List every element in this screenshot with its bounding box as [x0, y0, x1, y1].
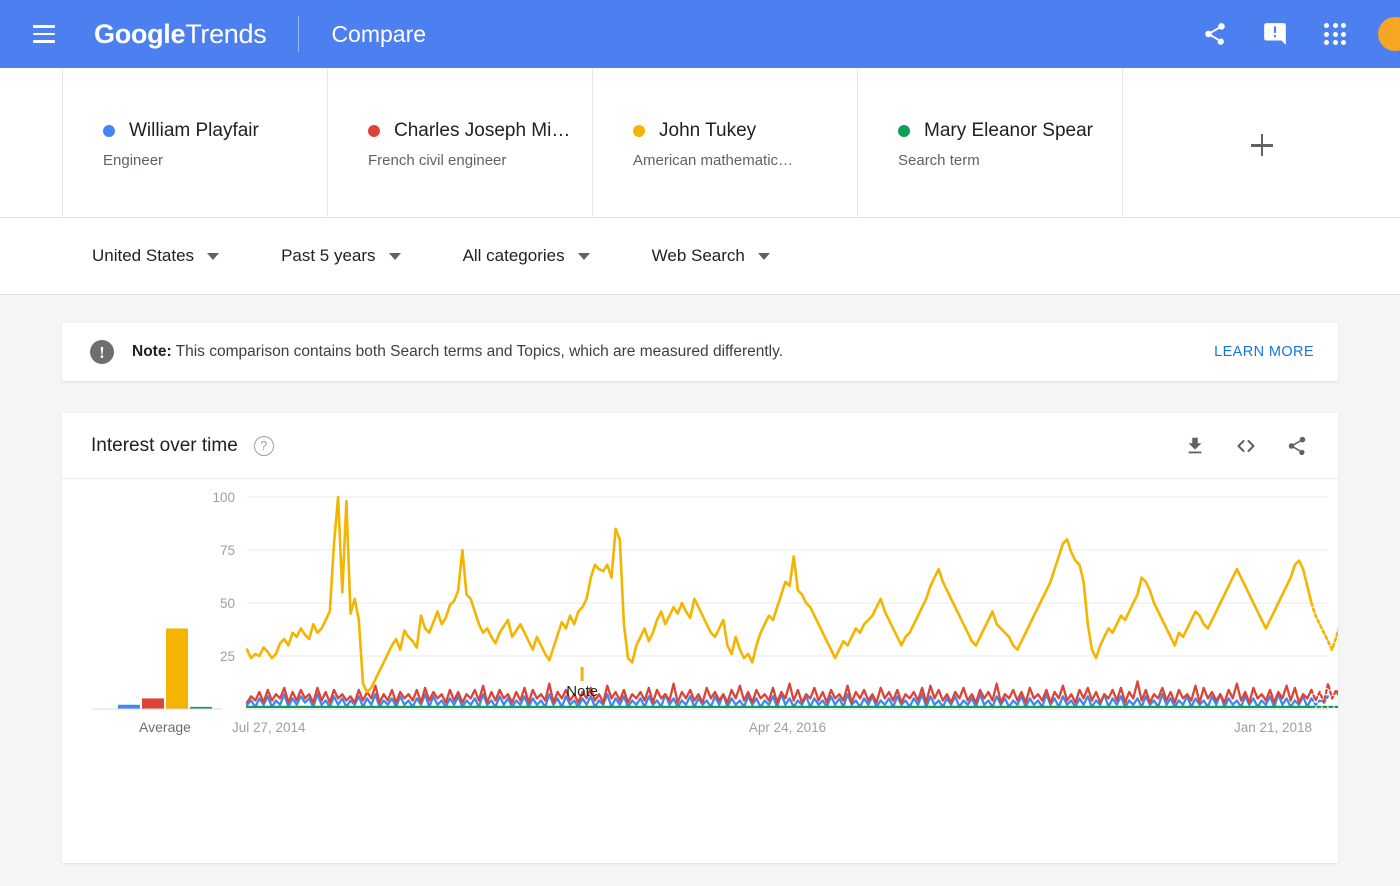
compare-card-2-subtitle: French civil engineer — [368, 152, 507, 169]
compare-card-3-name: John Tukey — [659, 120, 757, 141]
share-icon[interactable] — [1286, 435, 1308, 457]
x-axis-tick-label: Jan 21, 2018 — [1234, 720, 1312, 735]
compare-card-3[interactable]: John Tukey American mathematic… — [593, 68, 858, 217]
compare-cards-row: William Playfair Engineer Charles Joseph… — [0, 68, 1400, 218]
compare-card-2-name: Charles Joseph Mi… — [394, 120, 571, 141]
note-banner: ! Note: This comparison contains both Se… — [62, 323, 1338, 381]
help-circle-icon[interactable]: ? — [253, 435, 274, 456]
series-line-partial-2 — [1310, 682, 1338, 704]
compare-card-4-name: Mary Eleanor Spear — [924, 120, 1093, 141]
add-icon[interactable] — [1250, 134, 1273, 156]
series-color-dot-2 — [368, 125, 380, 137]
main-content: ! Note: This comparison contains both Se… — [0, 323, 1400, 863]
exclamation-icon: ! — [90, 340, 114, 364]
compare-card-1-title: William Playfair — [103, 120, 327, 142]
note-annotation-label[interactable]: Note — [566, 683, 598, 700]
app-header: GoogleTrends Compare — [0, 0, 1400, 68]
embed-code-icon[interactable] — [1234, 434, 1258, 458]
filter-time-range-label: Past 5 years — [281, 246, 376, 265]
learn-more-link[interactable]: LEARN MORE — [1214, 344, 1314, 360]
x-axis-tick-label: Jul 27, 2014 — [232, 720, 306, 735]
compare-card-2[interactable]: Charles Joseph Mi… French civil engineer — [328, 68, 593, 217]
logo-google-text: Google — [94, 18, 186, 49]
y-axis-tick-label: 100 — [212, 490, 235, 505]
apps-grid-icon[interactable] — [1318, 17, 1352, 51]
share-icon[interactable] — [1198, 17, 1232, 51]
interest-over-time-svg[interactable]: 25 50 75 100 Jul 27, 2014 Apr 24, 2016 Jan 21,… — [62, 479, 1338, 862]
filter-time-range[interactable]: Past 5 years — [281, 246, 401, 266]
series-color-dot-1 — [103, 125, 115, 137]
filter-category[interactable]: All categories — [463, 246, 590, 266]
note-body: This comparison contains both Search ter… — [171, 343, 784, 360]
compare-card-1-subtitle: Engineer — [103, 152, 164, 169]
average-bar-3 — [166, 628, 188, 709]
compare-card-4[interactable]: Mary Eleanor Spear Search term — [858, 68, 1123, 217]
filter-bar: United States Past 5 years All categorie… — [0, 218, 1400, 295]
average-bar-1 — [118, 704, 140, 709]
filter-search-type-label: Web Search — [651, 246, 745, 265]
note-prefix: Note: — [132, 343, 172, 360]
header-divider — [298, 16, 300, 52]
download-icon[interactable] — [1184, 435, 1206, 457]
x-axis-tick-label: Apr 24, 2016 — [749, 720, 826, 735]
chart-header: Interest over time ? — [62, 413, 1338, 479]
filter-search-type[interactable]: Web Search — [652, 246, 770, 266]
compare-card-2-title: Charles Joseph Mi… — [368, 120, 592, 142]
y-axis-tick-label: 25 — [220, 649, 235, 664]
filter-location-label: United States — [92, 246, 195, 265]
filter-location[interactable]: United States — [92, 246, 220, 266]
compare-card-3-subtitle: American mathematic… — [633, 152, 794, 169]
chevron-down-icon — [577, 252, 590, 260]
chart-action-icons — [1184, 434, 1308, 458]
header-actions — [1198, 0, 1400, 68]
logo-trends-text: Trends — [185, 18, 267, 49]
compare-card-4-title: Mary Eleanor Spear — [898, 120, 1122, 142]
google-trends-logo[interactable]: GoogleTrends — [94, 18, 267, 50]
series-color-dot-3 — [633, 125, 645, 137]
compare-section-title[interactable]: Compare — [331, 21, 426, 48]
user-avatar[interactable] — [1378, 17, 1400, 51]
add-comparison-card[interactable] — [1123, 68, 1400, 217]
series-line-3 — [245, 495, 1313, 694]
compare-card-1[interactable]: William Playfair Engineer — [63, 68, 328, 217]
compare-card-1-name: William Playfair — [129, 120, 259, 141]
chart-plot-area[interactable]: 25 50 75 100 Jul 27, 2014 Apr 24, 2016 Jan 21,… — [62, 479, 1338, 862]
cards-left-spacer — [0, 68, 63, 217]
chevron-down-icon — [388, 252, 401, 260]
hamburger-menu-icon[interactable] — [22, 12, 66, 56]
compare-card-4-subtitle: Search term — [898, 152, 980, 169]
filter-category-label: All categories — [462, 246, 565, 265]
series-color-dot-4 — [898, 125, 910, 137]
y-axis-tick-label: 75 — [220, 543, 235, 558]
interest-over-time-card: Interest over time ? 25 50 75 100 Jul 27… — [62, 413, 1338, 863]
y-axis-tick-label: 50 — [220, 596, 235, 611]
series-line-partial-3 — [1310, 601, 1338, 651]
note-message: Note: This comparison contains both Sear… — [132, 343, 783, 361]
average-bar-2 — [142, 698, 164, 709]
feedback-icon[interactable] — [1258, 17, 1292, 51]
chart-title: Interest over time — [91, 434, 238, 456]
compare-card-3-title: John Tukey — [633, 120, 857, 142]
chevron-down-icon — [207, 252, 220, 260]
series-line-2 — [245, 680, 1313, 704]
average-label: Average — [139, 719, 191, 735]
chevron-down-icon — [757, 252, 770, 260]
